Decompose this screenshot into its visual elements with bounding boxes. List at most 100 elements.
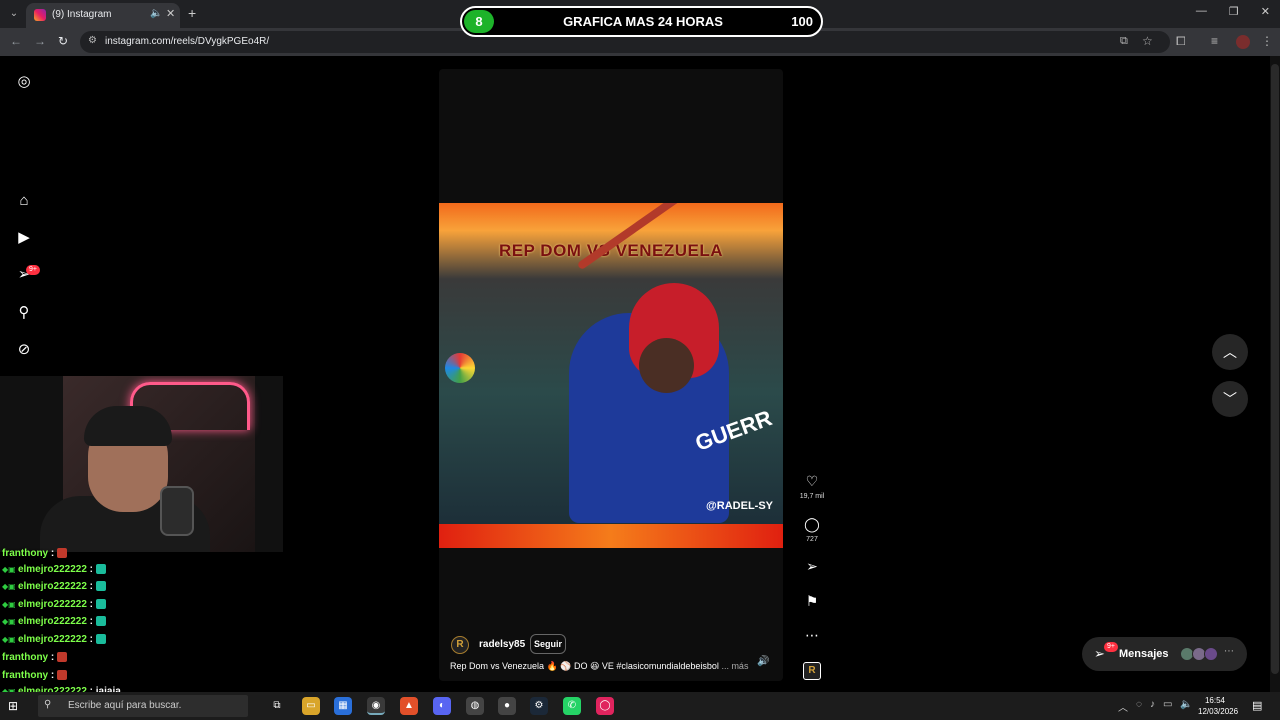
chat-badge-icon: ◆▣ [2,565,18,574]
tray-chevron-icon[interactable]: ︿ [1118,699,1128,714]
browser-menu-icon[interactable]: ⋮ [1261,34,1273,48]
messages-pill[interactable]: ➢ 9+ Mensajes ⋯ [1082,637,1247,671]
chat-message: ◆▣ elmejro222222 : [2,564,106,575]
install-app-icon[interactable]: ⧉ [1120,35,1128,48]
bookmark-star-icon[interactable]: ☆ [1142,34,1153,48]
window-controls: — ❐ ✕ [1196,5,1270,18]
chat-username[interactable]: elmejro222222 [18,616,87,627]
new-tab-icon[interactable]: + [188,5,196,21]
profile-avatar[interactable] [1236,35,1250,49]
chat-emote-icon [95,581,106,592]
chat-separator: : [48,548,57,559]
steam-icon[interactable]: ⚙ [530,697,548,715]
webcam-person-durag [84,406,172,446]
caption-more-link[interactable]: ... más [721,661,748,671]
webcam-microphone [160,486,194,536]
site-info-icon[interactable]: ⚙ [88,35,97,46]
like-count: 19,7 mil [799,493,825,500]
search-placeholder: Escribe aquí para buscar. [68,700,182,711]
like-heart-icon[interactable]: ♡ [804,473,820,489]
chrome-icon[interactable]: ◉ [367,697,385,715]
chat-username[interactable]: elmejro222222 [18,634,87,645]
video-flames [439,524,783,548]
goal-current-value: 8 [464,10,494,33]
windows-taskbar: ⊞ ⚲ Escribe aquí para buscar. ⧉ ▭ ▦ ◉ ▲ … [0,692,1280,720]
chat-username[interactable]: franthony [2,652,48,663]
taskbar-search[interactable]: ⚲ Escribe aquí para buscar. [38,695,248,717]
chat-username[interactable]: franthony [2,670,48,681]
page-scrollbar[interactable] [1270,56,1280,692]
brave-icon[interactable]: ▲ [400,697,418,715]
tray-network-icon[interactable]: ▭ [1163,699,1172,714]
chat-badge-icon: ◆▣ [2,635,18,644]
owner-avatar[interactable]: R [451,636,469,654]
chat-emote-icon [95,599,106,610]
minimize-icon[interactable]: — [1196,5,1207,18]
instagram-logo-icon[interactable]: ◎ [16,74,32,90]
previous-reel-button[interactable]: ︿ [1212,334,1248,370]
stream-goal-overlay: 8 GRAFICA MAS 24 HORAS 100 [460,6,823,37]
task-view-icon[interactable]: ⧉ [268,697,286,715]
store-icon[interactable]: ▦ [334,697,352,715]
obs-icon[interactable]: ◍ [466,697,484,715]
video-watermark: @RADEL-SY [706,500,773,512]
chat-username[interactable]: franthony [2,548,48,559]
messages-label: Mensajes [1119,648,1169,660]
chat-emote-icon [95,564,106,575]
chat-message: ◆▣ elmejro222222 : [2,616,106,627]
audio-thumbnail[interactable]: R [803,662,821,680]
scrollbar-thumb[interactable] [1271,64,1279,674]
back-icon[interactable]: ← [10,34,22,48]
chat-emote-icon [57,670,67,681]
restore-icon[interactable]: ❐ [1229,5,1239,18]
url-text[interactable]: instagram.com/reels/DVygkPGEo4R/ [105,36,269,47]
comment-count: 727 [806,536,818,543]
tab-close-icon[interactable]: ✕ [166,7,175,20]
discord-icon[interactable]: ◐ [433,697,451,715]
whatsapp-icon[interactable]: ✆ [563,697,581,715]
extensions-icon[interactable]: ⧠ [1176,34,1186,49]
messages-pill-badge: 9+ [1104,642,1118,652]
forward-icon[interactable]: → [34,34,46,48]
reel-video[interactable]: REP DOM VS VENEZUELA GUERR @RADEL-SY [439,203,783,548]
window-close-icon[interactable]: ✕ [1261,5,1270,18]
follow-button[interactable]: Seguir [530,634,566,654]
share-icon[interactable]: ➢ [804,558,820,574]
chat-separator: : [48,652,57,663]
tab-audio-icon[interactable]: 🔈 [150,8,162,19]
tray-app-icon[interactable]: ◌ [1136,699,1142,714]
mute-icon[interactable]: 🔊 [757,656,769,667]
reels-icon[interactable]: ▶ [16,230,32,246]
tray-volume-icon[interactable]: 🔈 [1180,699,1192,714]
chat-emote-icon [95,634,106,645]
media-controls-icon[interactable]: ≡ [1211,34,1218,48]
more-options-icon[interactable]: ⋯ [804,627,820,643]
windows-start-icon[interactable]: ⊞ [8,699,18,713]
comment-icon[interactable]: ◯ [804,516,820,532]
browser-tab[interactable]: (9) Instagram 🔈 ✕ [26,3,180,28]
notifications-icon[interactable]: ▤ [1252,699,1262,712]
file-explorer-icon[interactable]: ▭ [302,697,320,715]
reel-caption[interactable]: Rep Dom vs Venezuela 🔥 ⚾ DO 😆 VE #clasic… [450,661,748,672]
taskbar-search-icon: ⚲ [44,699,52,710]
reload-icon[interactable]: ↻ [58,34,68,48]
chat-username[interactable]: elmejro222222 [18,581,87,592]
record-app-icon[interactable]: ◯ [596,697,614,715]
chat-separator: : [86,581,96,592]
explore-compass-icon[interactable]: ⊘ [16,342,32,358]
home-icon[interactable]: ⌂ [16,193,32,209]
chat-separator: : [86,564,96,575]
save-bookmark-icon[interactable]: ⚑ [804,593,820,609]
chat-username[interactable]: elmejro222222 [18,599,87,610]
tab-search-chevron-icon[interactable]: ⌄ [6,6,22,22]
app-icon[interactable]: ● [498,697,516,715]
chat-message: ◆▣ elmejro222222 : [2,634,106,645]
owner-username[interactable]: radelsy85 [479,639,525,650]
chat-message: franthony : [2,548,67,559]
chat-username[interactable]: elmejro222222 [18,564,87,575]
next-reel-button[interactable]: ﹀ [1212,381,1248,417]
taskbar-clock[interactable]: 16:54 12/03/2026 [1198,695,1238,717]
tray-mic-icon[interactable]: ♪ [1150,699,1155,714]
search-icon[interactable]: ⚲ [16,305,32,321]
goal-title: GRAFICA MAS 24 HORAS [563,14,723,29]
